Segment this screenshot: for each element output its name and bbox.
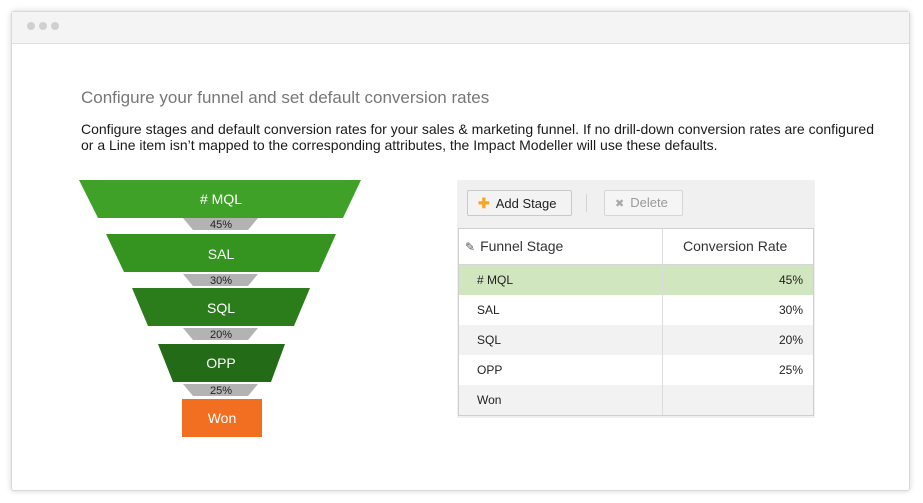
column-header-funnel-stage[interactable]: ✎ Funnel Stage — [465, 229, 563, 264]
toolbar-separator — [586, 194, 587, 212]
funnel-stage-label: SAL — [208, 246, 235, 262]
table-row[interactable]: OPP 25% — [459, 355, 813, 385]
column-header-label: Conversion Rate — [683, 238, 788, 254]
funnel-stage-label: # MQL — [200, 191, 242, 207]
stage-cell[interactable]: SQL — [477, 325, 501, 355]
stage-cell[interactable]: SAL — [477, 295, 500, 325]
rate-cell[interactable]: 30% — [779, 295, 803, 325]
stage-cell[interactable]: Won — [477, 385, 501, 415]
funnel-stage-label: OPP — [206, 355, 236, 371]
funnel-stage-table: ✎ Funnel Stage Conversion Rate # MQL 45% … — [458, 228, 814, 416]
funnel-rate-label: 30% — [210, 275, 232, 287]
column-header-conversion-rate[interactable]: Conversion Rate — [683, 229, 787, 264]
grid-toolbar: ✚ Add Stage ✖ Delete — [457, 180, 815, 228]
delete-label: Delete — [630, 195, 668, 210]
rate-cell[interactable]: 45% — [779, 265, 803, 295]
funnel-stage-grid-panel: ✚ Add Stage ✖ Delete ✎ Funnel Stage Convers… — [457, 180, 815, 418]
delete-button[interactable]: ✖ Delete — [604, 190, 683, 216]
column-divider — [662, 229, 663, 415]
close-icon: ✖ — [615, 198, 625, 210]
funnel-rate-label: 45% — [210, 219, 232, 231]
column-header-label: Funnel Stage — [480, 238, 564, 254]
pencil-icon: ✎ — [465, 240, 476, 254]
table-row[interactable]: SQL 20% — [459, 325, 813, 355]
stage-cell[interactable]: # MQL — [477, 265, 513, 295]
add-stage-label: Add Stage — [495, 196, 557, 211]
plus-icon: ✚ — [478, 195, 490, 211]
app-window: Configure your funnel and set default co… — [11, 11, 910, 491]
funnel-stage-label: SQL — [207, 300, 235, 316]
rate-cell[interactable]: 25% — [779, 355, 803, 385]
table-row[interactable]: Won — [459, 385, 813, 415]
funnel-stage-label: Won — [208, 410, 237, 426]
table-row[interactable]: # MQL 45% — [459, 265, 813, 295]
stage-cell[interactable]: OPP — [477, 355, 502, 385]
add-stage-button[interactable]: ✚ Add Stage — [467, 190, 572, 216]
table-row[interactable]: SAL 30% — [459, 295, 813, 325]
funnel-rate-label: 20% — [210, 329, 232, 341]
rate-cell[interactable]: 20% — [779, 325, 803, 355]
funnel-rate-label: 25% — [210, 385, 232, 397]
table-header: ✎ Funnel Stage Conversion Rate — [459, 229, 813, 265]
